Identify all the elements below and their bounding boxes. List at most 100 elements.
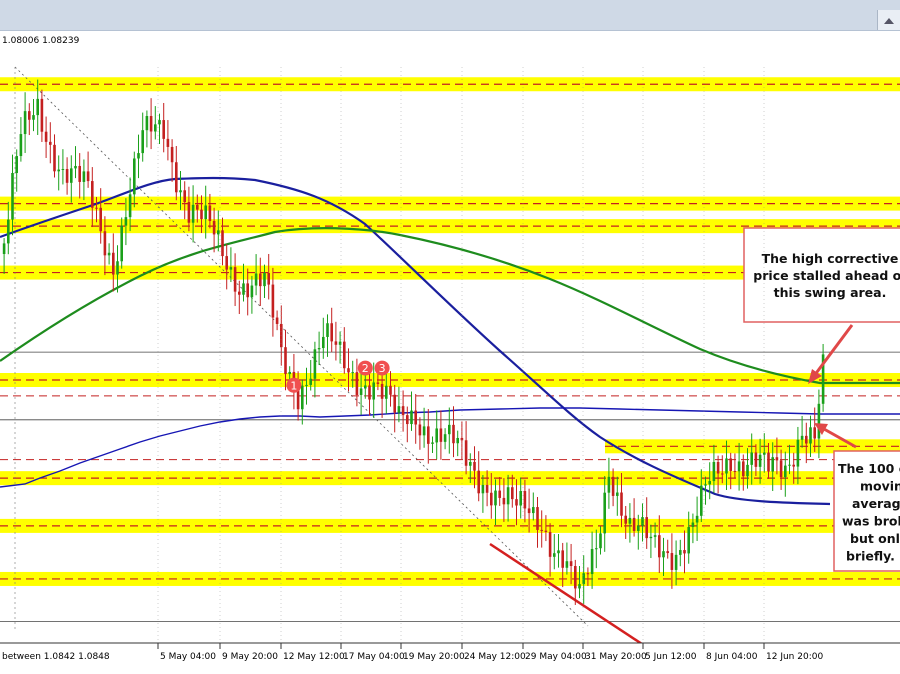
candle-body <box>628 517 632 524</box>
candle <box>334 321 338 361</box>
candle-body <box>540 529 543 531</box>
x-tick-label: 31 May 20:00 <box>585 652 647 662</box>
candle-body <box>99 207 102 232</box>
candle-body <box>767 452 770 472</box>
candle-body <box>271 284 275 318</box>
candle <box>183 181 186 220</box>
candle-body <box>393 394 396 413</box>
candle-body <box>649 536 653 539</box>
candle-body <box>263 273 266 287</box>
support-resistance-zones <box>0 77 900 586</box>
candle-body <box>49 141 52 145</box>
candle-body <box>376 382 380 384</box>
candle <box>267 253 270 300</box>
candle-body <box>784 465 787 478</box>
candle-body <box>120 225 123 262</box>
candle-body <box>586 573 590 575</box>
candle-body <box>7 219 10 244</box>
callout-text: briefly. <box>846 549 895 564</box>
candle-body <box>796 439 800 467</box>
candle <box>326 314 329 357</box>
chart-window: 1 23 The high corrective price stalled ahe… <box>0 0 900 674</box>
candle-body <box>200 209 203 220</box>
candle-body <box>170 146 174 163</box>
x-tick-label: 9 May 20:00 <box>222 652 278 662</box>
candle-body <box>418 424 422 436</box>
candle <box>448 407 451 454</box>
candle-body <box>490 492 493 506</box>
candle-body <box>275 317 279 324</box>
candle <box>427 409 430 464</box>
candle-body <box>212 220 216 235</box>
candle-body <box>158 120 161 125</box>
candle-body <box>103 231 107 256</box>
candle-body <box>175 162 178 193</box>
candle <box>49 122 52 164</box>
candle-body <box>196 204 199 210</box>
candle-body <box>401 406 405 416</box>
marker-label: 3 <box>379 362 386 375</box>
candle-body <box>565 561 569 568</box>
candle-body <box>712 461 716 482</box>
candle <box>149 98 153 150</box>
candle-body <box>2 243 6 255</box>
callout-text: price stalled ahead of <box>753 268 900 283</box>
x-tick-label: 8 Jun 04:00 <box>706 652 758 662</box>
candle-body <box>670 553 674 570</box>
candle-body <box>406 415 409 425</box>
candle-body <box>326 323 329 337</box>
candle <box>32 98 35 132</box>
candle-body <box>443 434 447 442</box>
scroll-up-button[interactable] <box>877 10 900 30</box>
candle <box>145 110 149 148</box>
candle-body <box>82 171 86 182</box>
candle-body <box>217 230 220 235</box>
dotted-trend-line <box>14 66 589 627</box>
candle-body <box>456 437 459 444</box>
candle-body <box>166 138 170 147</box>
candle-body <box>334 341 338 345</box>
candle-body <box>322 336 325 349</box>
candle-body <box>95 207 98 209</box>
x-tick-label: 5 Jun 12:00 <box>645 652 697 662</box>
candle-body <box>506 487 510 505</box>
candle-body <box>309 378 312 385</box>
candle-body <box>204 205 207 220</box>
candle <box>456 430 459 457</box>
candle-body <box>74 165 77 169</box>
candle-body <box>267 273 270 285</box>
candle-body <box>637 525 640 531</box>
candle <box>137 134 140 179</box>
candle-body <box>359 388 363 395</box>
candle-body <box>464 440 468 466</box>
candle <box>532 492 535 521</box>
candle <box>632 498 636 537</box>
candle-body <box>57 169 60 172</box>
candle <box>44 116 48 158</box>
candle <box>191 185 195 243</box>
candle-body <box>754 452 758 467</box>
candle-body <box>532 507 535 514</box>
candle-body <box>805 435 808 444</box>
candle <box>91 167 94 228</box>
candle-body <box>435 428 438 443</box>
candle-body <box>700 485 703 516</box>
candle-body <box>288 371 291 375</box>
candle-body <box>800 435 804 440</box>
window-title-bar <box>0 0 900 31</box>
candle-body <box>708 481 711 485</box>
candle-body <box>124 217 128 226</box>
candle-body <box>414 410 417 425</box>
candle <box>582 555 585 604</box>
candle-body <box>721 473 724 475</box>
candle <box>233 253 237 307</box>
candle <box>595 529 598 569</box>
candle <box>679 539 682 567</box>
candle-body <box>128 194 132 218</box>
candle <box>515 479 518 526</box>
candle-body <box>427 426 430 444</box>
candle <box>280 305 283 366</box>
candle-body <box>569 561 573 567</box>
candle-body <box>729 458 732 471</box>
candle-body <box>574 566 577 589</box>
